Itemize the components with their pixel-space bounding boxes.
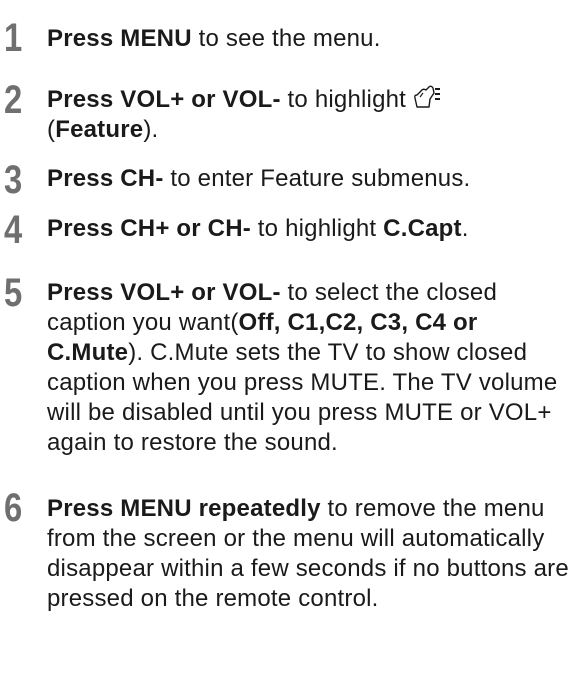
step-text: Press MENU repeatedly to remove the menu… xyxy=(47,494,570,614)
step-text: Press CH+ or CH- to highlight C.Capt. xyxy=(47,214,570,244)
step-number: 3 xyxy=(4,158,23,202)
step-action: Press VOL+ or VOL- xyxy=(47,279,281,306)
step-text: Press CH- to enter Feature submenus. xyxy=(47,164,570,194)
step-text: Press VOL+ or VOL- to select the closed … xyxy=(47,278,570,458)
step-emphasis: Feature xyxy=(55,116,144,143)
step-text: Press VOL+ or VOL- to highlight (Feature… xyxy=(47,85,570,145)
step-period: . xyxy=(461,215,469,242)
step-open-paren: ( xyxy=(47,116,56,143)
feature-icon xyxy=(413,85,441,111)
step-text: Press MENU to see the menu. xyxy=(47,24,570,54)
step-description: to see the menu. xyxy=(191,25,381,52)
step-action: Press CH+ or CH- xyxy=(47,215,251,242)
step-emphasis: C.Capt xyxy=(383,215,462,242)
step-action: Press CH- xyxy=(47,165,164,192)
step-number: 5 xyxy=(4,271,23,315)
step-action: Press MENU repeatedly xyxy=(47,495,321,522)
step-close-paren: ). xyxy=(143,116,159,143)
step-number: 4 xyxy=(4,208,23,252)
step-number: 2 xyxy=(4,78,23,122)
step-description: to highlight xyxy=(280,86,413,113)
step-action: Press MENU xyxy=(47,25,192,52)
step-number: 1 xyxy=(4,16,23,60)
step-action: Press VOL+ or VOL- xyxy=(47,86,281,113)
step-description: to enter Feature submenus. xyxy=(163,165,471,192)
step-description: to highlight xyxy=(250,215,384,242)
step-number: 6 xyxy=(4,486,23,530)
